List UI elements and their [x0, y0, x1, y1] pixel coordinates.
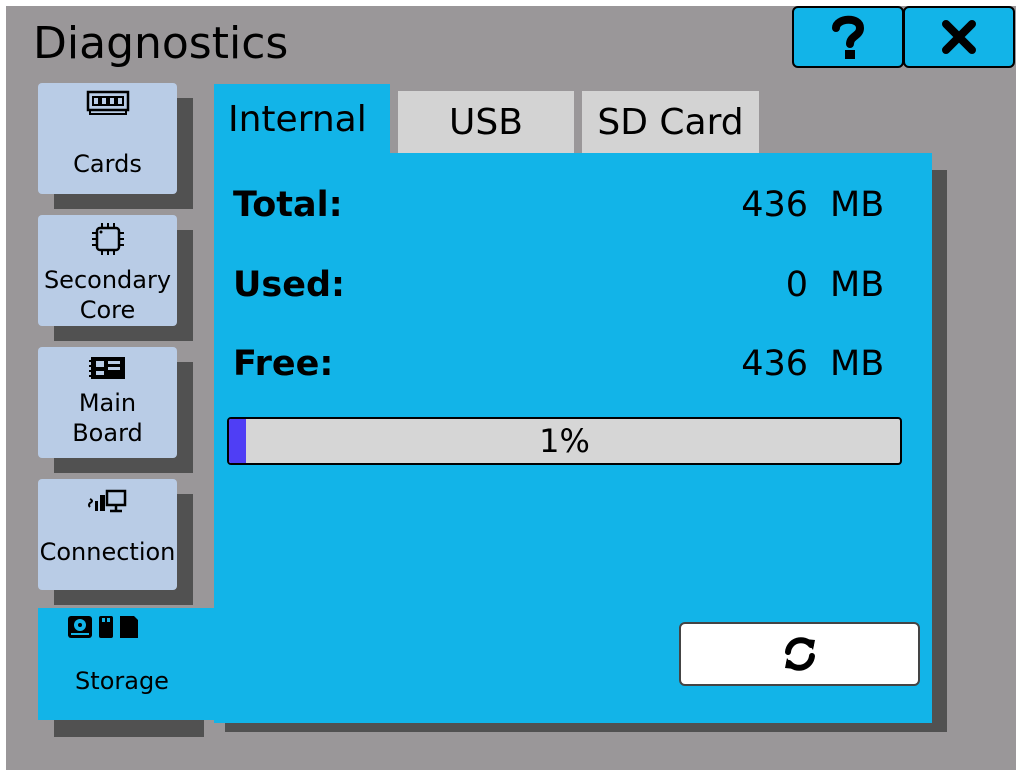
- free-value: 436: [741, 344, 808, 384]
- memory-card-icon: [38, 89, 177, 117]
- circuit-board-icon: [38, 353, 177, 383]
- free-unit: MB: [830, 344, 885, 384]
- sidebar-item-label: Connection: [39, 538, 176, 566]
- storage-usage-bar: 1%: [227, 417, 902, 465]
- sidebar-item-label: Main: [78, 389, 137, 417]
- sidebar-item-label: Storage: [75, 667, 169, 695]
- page-title: Diagnostics: [33, 18, 289, 69]
- sidebar-item-connection[interactable]: Connection: [38, 479, 177, 590]
- tab-label: SD Card: [597, 102, 744, 143]
- usage-percent-text: 1%: [539, 422, 590, 460]
- network-connection-icon: [38, 485, 177, 515]
- close-button[interactable]: [903, 6, 1015, 68]
- tab-usb[interactable]: USB: [398, 91, 574, 154]
- free-label: Free:: [233, 344, 334, 384]
- sidebar-item-storage[interactable]: Storage: [38, 608, 214, 720]
- sidebar-item-label-line2: Core: [79, 296, 136, 324]
- tab-label: USB: [449, 102, 523, 143]
- sidebar-item-label-line2: Board: [72, 419, 143, 447]
- close-x-icon: [942, 20, 976, 54]
- used-unit: MB: [830, 265, 885, 305]
- total-label: Total:: [233, 185, 343, 225]
- total-unit: MB: [830, 185, 885, 225]
- refresh-button[interactable]: [679, 622, 920, 686]
- sidebar-item-label: Secondary: [43, 266, 172, 294]
- sidebar-item-main-board[interactable]: Main Board: [38, 347, 177, 458]
- used-value: 0: [785, 265, 808, 305]
- question-mark-icon: [832, 15, 865, 59]
- sidebar-item-cards[interactable]: Cards: [38, 83, 177, 194]
- chip-icon: [38, 221, 177, 257]
- storage-devices-icon: [66, 612, 214, 642]
- tab-sd-card[interactable]: SD Card: [582, 91, 759, 154]
- tab-label: Internal: [228, 98, 367, 140]
- used-label: Used:: [233, 265, 346, 305]
- total-value: 436: [741, 185, 808, 225]
- help-button[interactable]: [792, 6, 904, 68]
- tab-internal[interactable]: Internal: [214, 84, 390, 154]
- sidebar-item-label: Cards: [73, 150, 142, 178]
- refresh-icon: [784, 637, 815, 671]
- sidebar-item-secondary-core[interactable]: Secondary Core: [38, 215, 177, 326]
